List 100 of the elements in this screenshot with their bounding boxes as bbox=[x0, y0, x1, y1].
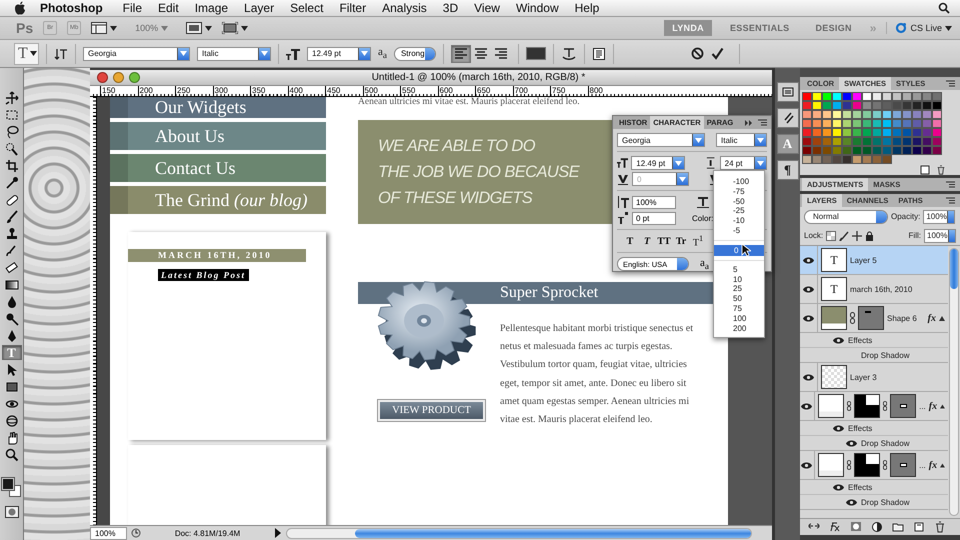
menu-item[interactable]: Image bbox=[186, 1, 236, 15]
font-family-select[interactable]: Georgia bbox=[83, 46, 190, 60]
layer-effects-label: fx bbox=[928, 400, 938, 412]
ruler-label: 250 bbox=[175, 86, 212, 96]
ruler-label: 300 bbox=[212, 86, 250, 96]
lock-label: Lock: bbox=[804, 231, 824, 240]
menu-item[interactable]: Layer bbox=[236, 1, 282, 15]
italic-style-button[interactable]: T bbox=[640, 236, 654, 246]
nav-bar-item: The Grind (our blog) bbox=[110, 186, 326, 214]
layer-name[interactable]: Shape 6 bbox=[887, 314, 925, 322]
tracking-option[interactable]: 75 bbox=[714, 304, 764, 314]
ruler-label: 150 bbox=[100, 86, 138, 96]
ruler-label: 550 bbox=[400, 86, 438, 96]
color-label: Color: bbox=[692, 214, 714, 222]
layer-name[interactable]: Layer 3 bbox=[850, 372, 948, 382]
effects-label[interactable]: Effects bbox=[848, 336, 872, 344]
document-size-info: Doc: 4.81M/19.4M bbox=[174, 528, 242, 538]
tracking-option[interactable]: -25 bbox=[714, 206, 764, 216]
font-family-select[interactable]: Georgia bbox=[617, 133, 706, 147]
layer-row[interactable]: Shape 6 fx bbox=[800, 304, 948, 333]
intro-text: Aenean ultricies mi vitae est. Mauris placerat eleifend leo. bbox=[358, 97, 581, 108]
anti-aliasing-select[interactable]: Strong bbox=[394, 46, 436, 60]
tracking-option[interactable]: 100 bbox=[714, 314, 764, 324]
blend-mode-select[interactable]: Normal bbox=[804, 210, 888, 224]
menu-item[interactable]: Filter bbox=[331, 1, 374, 15]
layer-effects-label: fx bbox=[928, 460, 938, 470]
tracking-option[interactable]: -50 bbox=[714, 196, 764, 206]
tracking-option[interactable]: -10 bbox=[714, 216, 764, 226]
document-title: Untitled-1 @ 100% (march 16th, 2010, RGB/8) * bbox=[370, 72, 586, 83]
effect-name[interactable]: Drop Shadow bbox=[861, 350, 910, 360]
view-product-button[interactable]: VIEW PRODUCT bbox=[378, 400, 485, 421]
tracking-option[interactable]: -5 bbox=[714, 226, 764, 236]
menu-item[interactable]: Analysis bbox=[374, 1, 435, 15]
tracking-option[interactable]: -100 bbox=[714, 177, 764, 187]
layer-name[interactable]: Layer 5 bbox=[850, 256, 948, 264]
layer-row[interactable]: T Layer 5 bbox=[800, 246, 948, 275]
tracking-option[interactable]: 5 bbox=[714, 264, 764, 275]
menu-item[interactable]: Window bbox=[508, 1, 567, 15]
ruler-label: 700 bbox=[512, 86, 550, 96]
layer-name[interactable]: march 16th, 2010 bbox=[850, 284, 948, 294]
type-layer-thumbnail: T bbox=[821, 248, 847, 272]
blog-date: MARCH 16TH, 2010 bbox=[128, 249, 306, 262]
font-size-field[interactable]: 12.49 pt bbox=[631, 156, 686, 170]
tagline-text: THE JOB WE DO BECAUSE bbox=[378, 162, 580, 183]
caps-style-button[interactable]: TT bbox=[657, 236, 671, 246]
product-description: Pellentesque habitant morbi tristique senectus et netus et malesuada fames ac turpis egestas. Vestibulum tortor quam, feugiat vitae, ultricies eget, tempor sit amet, ante. Donec eu libero sit amet quam egestas semper. Aenean ultricies mi vitae est. Mauris placerat eleifend leo. bbox=[500, 322, 694, 428]
tracking-option[interactable]: 10 bbox=[714, 274, 764, 284]
ruler-label: 650 bbox=[475, 86, 512, 96]
anti-aliasing-label: a$_{a}$ bbox=[700, 256, 709, 272]
font-style-select[interactable]: Italic bbox=[197, 46, 271, 60]
font-size-field[interactable]: 12.49 pt bbox=[307, 46, 371, 60]
fill-label: Fill: bbox=[908, 231, 921, 240]
effects-label[interactable]: Effects bbox=[848, 482, 872, 492]
tracking-option[interactable]: -75 bbox=[714, 186, 764, 197]
ruler-label: 200 bbox=[138, 86, 175, 96]
ruler-label: 400 bbox=[288, 86, 325, 96]
tagline-text: OF THESE WIDGETS bbox=[378, 188, 532, 209]
layer-row[interactable]: T march 16th, 2010 bbox=[800, 275, 948, 304]
menu-item[interactable]: View bbox=[466, 1, 508, 15]
menu-item[interactable]: Select bbox=[282, 1, 332, 15]
effect-name[interactable]: Drop Shadow bbox=[861, 498, 910, 506]
superscript-style-button[interactable]: T$^{1}$ bbox=[691, 234, 705, 248]
vertical-scale-field[interactable]: 100% bbox=[632, 196, 676, 208]
cs-live-menu[interactable]: CS Live bbox=[886, 22, 952, 34]
ruler-label: 450 bbox=[325, 86, 362, 96]
nav-bar-item: Our Widgets bbox=[110, 97, 326, 118]
leading-field[interactable]: 24 pt bbox=[720, 156, 767, 170]
tracking-option[interactable]: 200 bbox=[714, 324, 764, 334]
effect-name[interactable]: Drop Shadow bbox=[861, 438, 910, 448]
ruler-label: 350 bbox=[250, 86, 288, 96]
ruler-label: 500 bbox=[362, 86, 400, 96]
layer-row[interactable]: ... fx bbox=[800, 392, 948, 421]
layer-effects-label: fx bbox=[928, 312, 936, 324]
bold-style-button[interactable]: T bbox=[623, 236, 637, 246]
opacity-label: Opacity: bbox=[891, 212, 920, 221]
tool-preset-picker[interactable]: T bbox=[14, 42, 39, 64]
baseline-shift-field[interactable]: 0 pt bbox=[632, 212, 676, 224]
layer-effect-row[interactable]: Drop Shadow bbox=[800, 348, 948, 363]
layer-name[interactable]: ... bbox=[919, 402, 926, 410]
menu-item[interactable]: 3D bbox=[434, 1, 466, 15]
nav-bar-item: Contact Us bbox=[110, 154, 326, 182]
type-layer-thumbnail: T bbox=[821, 277, 847, 301]
font-style-select[interactable]: Italic bbox=[716, 133, 768, 147]
layer-name[interactable]: ... bbox=[919, 460, 926, 470]
app-name[interactable]: Photoshop bbox=[26, 1, 115, 15]
opacity-field[interactable]: 100% bbox=[923, 210, 956, 224]
layer-row[interactable]: ... fx bbox=[800, 451, 948, 480]
zoom-field[interactable]: 100% bbox=[90, 526, 127, 540]
ruler-label: 750 bbox=[550, 86, 588, 96]
ruler-label: 600 bbox=[438, 86, 475, 96]
effects-label[interactable]: Effects bbox=[848, 424, 872, 432]
small-caps-style-button[interactable]: Tr bbox=[674, 236, 688, 246]
menu-item[interactable]: Help bbox=[566, 1, 608, 15]
fill-field[interactable]: 100% bbox=[924, 228, 956, 242]
layer-row[interactable]: Layer 3 bbox=[800, 363, 948, 392]
anti-aliasing-label: a$_{a}$ bbox=[378, 46, 387, 61]
paragraph-panel-button[interactable]: ¶ bbox=[776, 160, 798, 180]
menu-item[interactable]: File bbox=[114, 1, 150, 15]
tagline-text: WE ARE ABLE TO DO bbox=[378, 136, 535, 157]
menu-item[interactable]: Edit bbox=[150, 1, 187, 15]
